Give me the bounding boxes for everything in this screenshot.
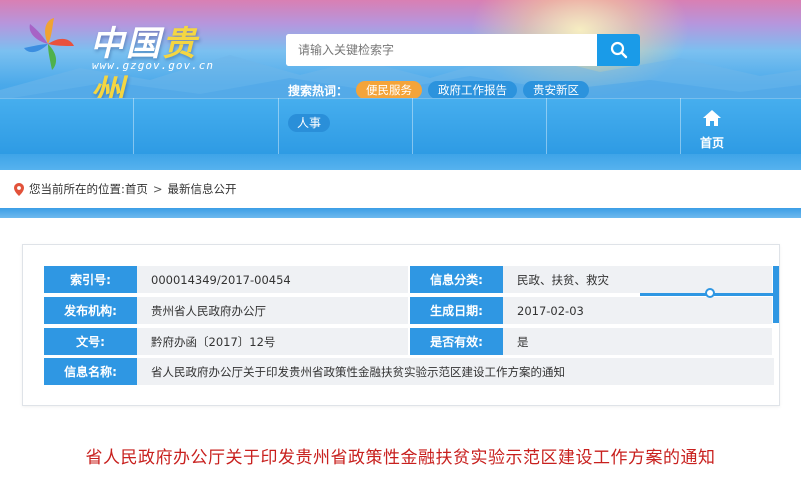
breadcrumb-bottom-strip — [0, 208, 801, 218]
home-label: 首页 — [699, 136, 724, 150]
site-logo[interactable]: 中国贵州 www.gzgov.gov.cn — [22, 14, 222, 113]
nav-divider — [133, 98, 134, 154]
meta-label-docnum: 文号: — [44, 328, 137, 355]
breadcrumb-home[interactable]: 首页 — [125, 181, 148, 197]
meta-label-category: 信息分类: — [410, 266, 503, 293]
meta-label-name: 信息名称: — [44, 358, 137, 385]
meta-row: 文号: 黔府办函〔2017〕12号 是否有效: 是 — [22, 328, 772, 355]
search-button[interactable] — [597, 34, 640, 66]
nav-divider — [680, 98, 681, 154]
meta-row: 索引号: 000014349/2017-00454 信息分类: 民政、扶贫、救灾 — [22, 266, 772, 293]
meta-value-date: 2017-02-03 — [503, 297, 772, 324]
nav-divider — [412, 98, 413, 154]
meta-value-category: 民政、扶贫、救灾 — [503, 266, 772, 293]
search-input[interactable] — [286, 34, 597, 66]
breadcrumb-prefix: 您当前所在的位置: — [29, 182, 125, 196]
search-box — [286, 34, 640, 66]
hot-search-label: 搜索热词： — [288, 83, 349, 98]
meta-label-date: 生成日期: — [410, 297, 503, 324]
meta-label-index: 索引号: — [44, 266, 137, 293]
breadcrumb-separator: > — [152, 182, 163, 196]
location-pin-icon — [14, 182, 24, 196]
meta-label-publisher: 发布机构: — [44, 297, 137, 324]
meta-row: 发布机构: 贵州省人民政府办公厅 生成日期: 2017-02-03 — [22, 297, 772, 324]
nav-divider — [546, 98, 547, 154]
breadcrumb-current[interactable]: 最新信息公开 — [168, 181, 237, 197]
nav-divider — [278, 98, 279, 154]
logo-url: www.gzgov.gov.cn — [92, 59, 214, 72]
hot-tag-bianmin[interactable]: 便民服务 — [356, 81, 423, 99]
search-icon — [610, 41, 627, 59]
nav-bottom-band — [0, 154, 801, 170]
meta-label-valid: 是否有效: — [410, 328, 503, 355]
hot-search-row: 搜索热词： 便民服务 政府工作报告 贵安新区 — [288, 80, 595, 100]
breadcrumb: 您当前所在的位置: 首页 > 最新信息公开 — [0, 170, 801, 208]
document-title: 省人民政府办公厅关于印发贵州省政策性金融扶贫实验示范区建设工作方案的通知 — [85, 448, 716, 468]
meta-value-valid: 是 — [503, 328, 772, 355]
meta-value-name: 省人民政府办公厅关于印发贵州省政策性金融扶贫实验示范区建设工作方案的通知 — [137, 358, 774, 385]
meta-value-docnum: 黔府办函〔2017〕12号 — [137, 328, 410, 355]
meta-value-index: 000014349/2017-00454 — [137, 266, 410, 293]
side-float-handle[interactable] — [705, 288, 715, 298]
hot-tag-guian[interactable]: 贵安新区 — [523, 81, 590, 99]
home-icon — [703, 110, 721, 126]
nav-item-renshi[interactable]: 人事 — [288, 114, 331, 132]
nav-home[interactable]: 首页 — [690, 106, 734, 152]
meta-value-publisher: 贵州省人民政府办公厅 — [137, 297, 410, 324]
pinwheel-logo-icon — [24, 18, 74, 70]
meta-row-name: 信息名称: 省人民政府办公厅关于印发贵州省政策性金融扶贫实验示范区建设工作方案的… — [22, 358, 774, 385]
hot-tag-report[interactable]: 政府工作报告 — [428, 81, 518, 99]
